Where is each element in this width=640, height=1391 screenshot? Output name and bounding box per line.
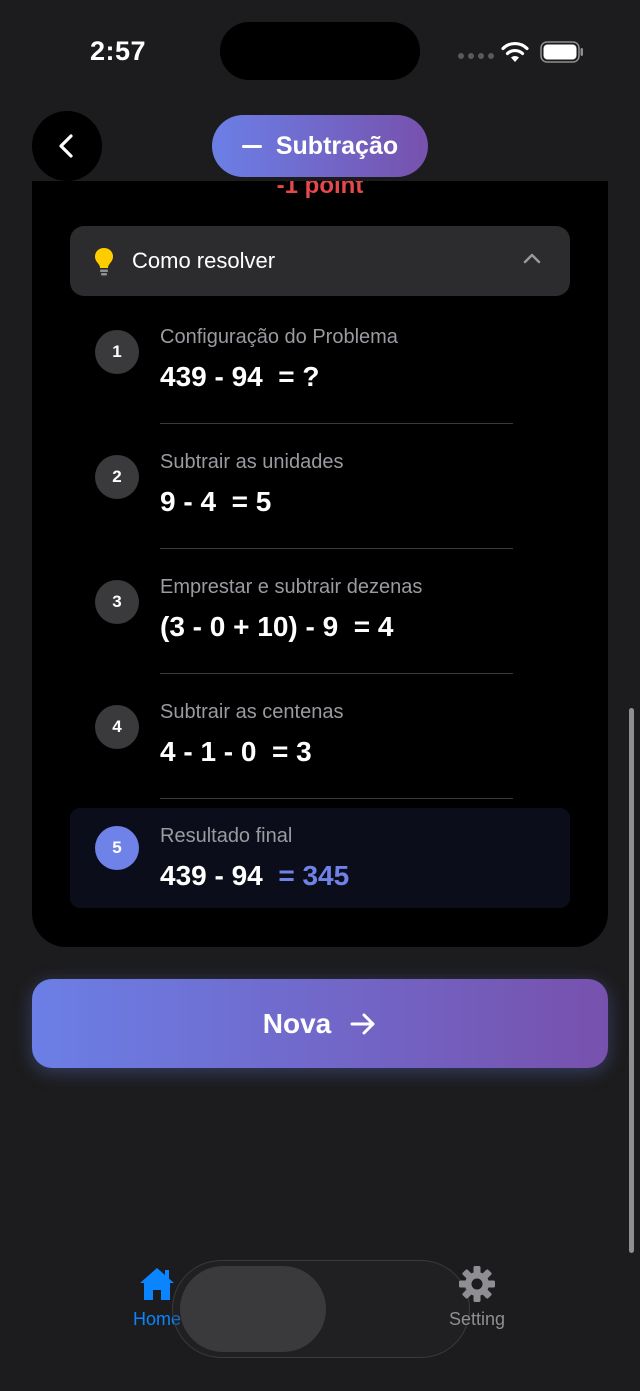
status-bar: 2:57 xyxy=(0,0,640,100)
tab-setting-label: Setting xyxy=(448,1309,506,1329)
step-divider xyxy=(160,798,513,799)
wifi-icon xyxy=(501,41,529,62)
how-to-solve-toggle[interactable]: Como resolver xyxy=(70,226,570,296)
new-problem-button[interactable]: Nova xyxy=(32,979,608,1068)
back-button[interactable] xyxy=(32,111,102,181)
tab-bar: Home Setting xyxy=(0,1255,640,1391)
solution-step-3: 3 Emprestar e subtrair dezenas (3 - 0 + … xyxy=(70,576,570,676)
chevron-left-icon xyxy=(59,134,73,158)
step-number-badge: 2 xyxy=(95,455,139,499)
dynamic-island xyxy=(220,22,420,80)
solution-step-1: 1 Configuração do Problema 439 - 94 = ? xyxy=(70,326,570,426)
arrow-right-icon xyxy=(350,1013,375,1034)
cellular-signal-icon xyxy=(458,53,494,59)
tab-selection-knob[interactable] xyxy=(180,1266,326,1352)
chevron-up-icon xyxy=(523,253,541,264)
step-number-badge: 3 xyxy=(95,580,139,624)
step-number-badge: 4 xyxy=(95,705,139,749)
operation-label: Subtração xyxy=(275,131,399,160)
step-expression: 4 - 1 - 0 = 3 xyxy=(160,736,312,767)
final-expression: 439 - 94 = 345 xyxy=(160,860,349,892)
step-title: Configuração do Problema xyxy=(160,326,398,348)
step-divider xyxy=(160,548,513,549)
solution-step-4: 4 Subtrair as centenas 4 - 1 - 0 = 3 xyxy=(70,701,570,801)
final-result-step: 5 Resultado final 439 - 94 = 345 xyxy=(70,808,570,908)
solution-step-2: 2 Subtrair as unidades 9 - 4 = 5 xyxy=(70,451,570,551)
home-icon xyxy=(140,1268,174,1300)
solution-card: -1 point Como resolver 1 Configuração do… xyxy=(32,181,608,947)
step-number-badge: 5 xyxy=(95,826,139,870)
step-number-badge: 1 xyxy=(95,330,139,374)
battery-icon xyxy=(540,41,583,63)
points-penalty: -1 point xyxy=(276,181,364,199)
step-title: Resultado final xyxy=(160,825,293,847)
final-result-value: = 345 xyxy=(278,860,350,891)
scroll-indicator[interactable] xyxy=(629,708,634,1253)
step-title: Emprestar e subtrair dezenas xyxy=(160,576,423,598)
final-expression-left: 439 - 94 xyxy=(160,860,279,891)
step-expression: (3 - 0 + 10) - 9 = 4 xyxy=(160,611,394,642)
step-title: Subtrair as centenas xyxy=(160,701,344,723)
how-to-solve-title: Como resolver xyxy=(132,248,276,273)
new-problem-label: Nova xyxy=(262,1007,332,1039)
lightbulb-icon xyxy=(95,248,113,276)
step-expression: 9 - 4 = 5 xyxy=(160,486,272,517)
operation-badge: Subtração xyxy=(212,115,428,177)
step-divider xyxy=(160,423,513,424)
step-divider xyxy=(160,673,513,674)
status-time: 2:57 xyxy=(90,36,147,66)
minus-icon xyxy=(241,144,262,148)
tab-setting[interactable]: Setting xyxy=(440,1265,514,1345)
step-title: Subtrair as unidades xyxy=(160,451,344,473)
step-expression: 439 - 94 = ? xyxy=(160,361,320,392)
gear-icon xyxy=(459,1266,495,1302)
